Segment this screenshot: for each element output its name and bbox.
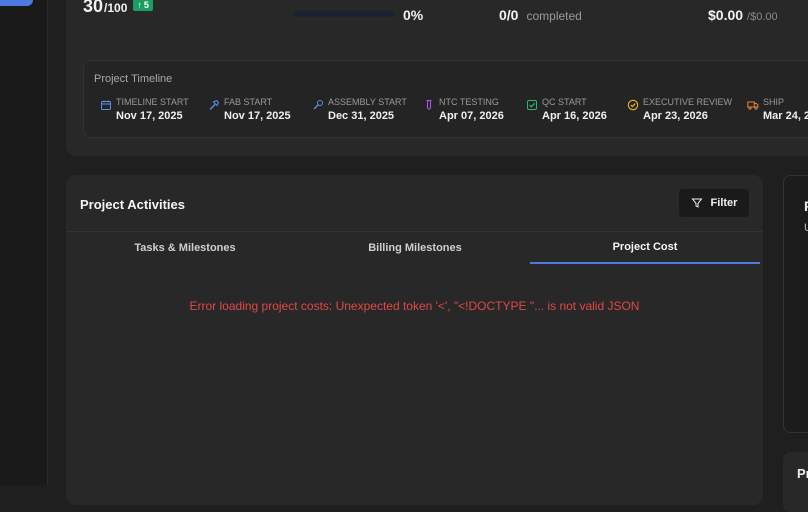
tab-label: Project Cost: [612, 241, 678, 253]
side-panel-lower: Pr: [783, 452, 808, 512]
side-panel: P U: [783, 175, 808, 433]
timeline-item-label: ASSEMBLY START: [328, 97, 407, 107]
side-panel-lower-heading: Pr: [797, 466, 808, 481]
progress-bar: [293, 11, 395, 17]
timeline-item-date: Nov 17, 2025: [116, 110, 183, 122]
timeline-item-timeline-start: TIMELINE START Nov 17, 2025: [100, 97, 189, 124]
filter-button-label: Filter: [710, 197, 738, 209]
progress-percent-value: 0%: [403, 7, 424, 23]
test-tube-icon: [426, 99, 432, 110]
sidebar-active-indicator[interactable]: [0, 0, 33, 6]
tab-label: Tasks & Milestones: [134, 242, 236, 254]
tab-label: Billing Milestones: [368, 242, 462, 254]
timeline-item-executive-review: EXECUTIVE REVIEW Apr 23, 2026: [627, 97, 732, 124]
project-activities-title: Project Activities: [80, 197, 186, 212]
sidebar: [0, 0, 48, 485]
progress-percent: 0%: [403, 7, 423, 23]
tab-tasks-milestones[interactable]: Tasks & Milestones: [72, 232, 298, 264]
error-message: Error loading project costs: Unexpected …: [189, 299, 640, 313]
filter-button[interactable]: Filter: [679, 189, 749, 217]
tasks-completed: 0/0 completed: [499, 7, 582, 23]
timeline-item-date: Apr 23, 2026: [643, 110, 708, 122]
tasks-completed-label: completed: [526, 9, 582, 23]
timeline-item-label: FAB START: [224, 97, 273, 107]
score-delta-badge: ↑ 5: [133, 0, 153, 11]
project-cost-summary: $0.00 /$0.00: [708, 7, 778, 23]
filter-icon: [690, 198, 703, 208]
check-square-icon: [527, 100, 537, 110]
project-timeline-title: Project Timeline: [94, 73, 173, 85]
timeline-item-label: SHIP: [763, 97, 785, 107]
timeline-item-label: QC START: [542, 97, 587, 107]
timeline-item-date: Nov 17, 2025: [224, 110, 291, 122]
tasks-completed-count: 0/0: [499, 7, 519, 23]
timeline-item-date: Apr 16, 2026: [542, 110, 607, 122]
health-score-denominator: /100: [104, 1, 128, 15]
check-circle-icon: [627, 99, 639, 111]
health-score: 30 /100 ↑ 5: [83, 0, 153, 17]
tab-billing-milestones[interactable]: Billing Milestones: [302, 232, 528, 264]
timeline-item-label: TIMELINE START: [116, 97, 189, 107]
wrench-icon: [313, 100, 323, 110]
timeline-item-ntc-testing: NTC TESTING Apr 07, 2026: [423, 97, 504, 124]
project-summary-card: 30 /100 ↑ 5 0% 0/0 completed $0.00 /$0.0…: [66, 0, 808, 156]
timeline-item-assembly-start: ASSEMBLY START Dec 31, 2025: [312, 97, 407, 124]
tab-project-cost[interactable]: Project Cost: [530, 232, 760, 264]
project-activities-panel: Project Activities Filter Tasks & Milest…: [66, 175, 763, 505]
timeline-item-date: Dec 31, 2025: [328, 110, 395, 122]
health-score-value: 30: [83, 0, 104, 16]
timeline-item-date: Mar 24, 2: [763, 110, 808, 122]
timeline-item-label: EXECUTIVE REVIEW: [643, 97, 733, 107]
timeline-item-date: Apr 07, 2026: [439, 110, 504, 122]
score-delta-value: 5: [143, 0, 149, 10]
timeline-item-ship: SHIP Mar 24, 2: [747, 97, 808, 124]
project-timeline: Project Timeline TIMELINE START Nov 17, …: [83, 60, 808, 138]
calendar-icon: [101, 100, 111, 110]
cost-budget: /$0.00: [747, 11, 778, 23]
timeline-item-fab-start: FAB START Nov 17, 2025: [208, 97, 291, 124]
side-panel-heading: P: [804, 198, 808, 214]
cost-value: $0.00: [708, 7, 744, 23]
arrow-up-icon: ↑: [137, 0, 142, 10]
timeline-item-label: NTC TESTING: [439, 97, 499, 107]
timeline-item-qc-start: QC START Apr 16, 2026: [526, 97, 607, 124]
truck-icon: [747, 101, 759, 110]
side-panel-subtext: U: [804, 222, 808, 234]
hammer-icon: [209, 99, 220, 110]
